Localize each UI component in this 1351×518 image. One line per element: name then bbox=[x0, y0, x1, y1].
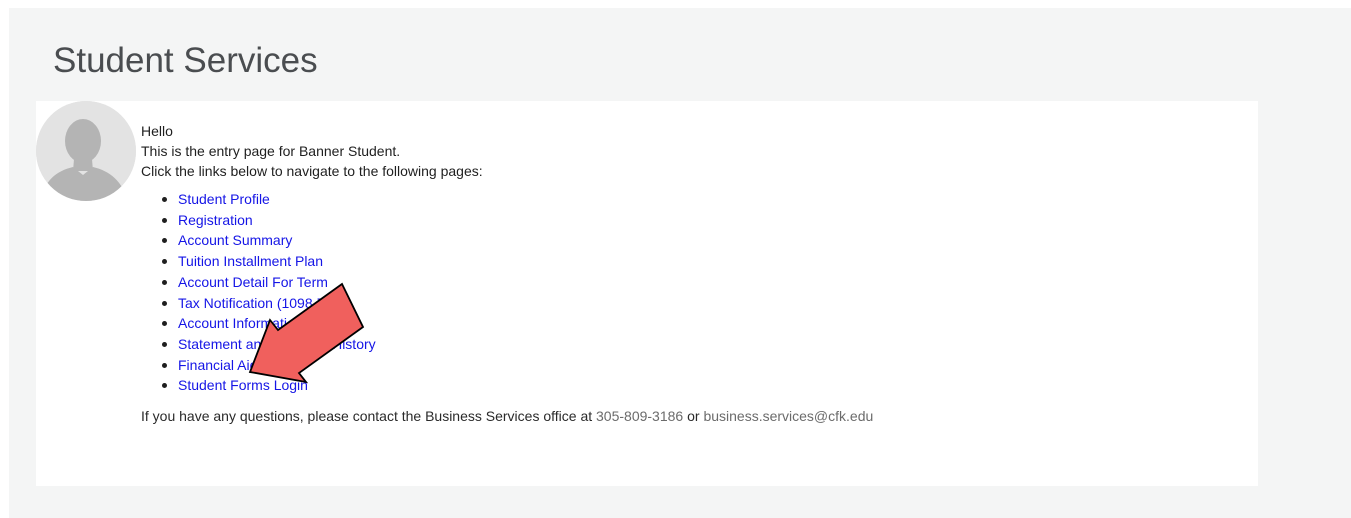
bullet-icon bbox=[162, 341, 167, 347]
list-item: Account Summary bbox=[141, 230, 1241, 251]
link-tuition-installment-plan[interactable]: Tuition Installment Plan bbox=[178, 253, 323, 269]
page-title: Student Services bbox=[53, 41, 318, 80]
list-item: Financial Aid bbox=[141, 355, 1241, 376]
list-item: Student Forms Login bbox=[141, 375, 1241, 396]
link-financial-aid[interactable]: Financial Aid bbox=[178, 357, 257, 373]
phone-link[interactable]: 305-809-3186 bbox=[596, 408, 683, 424]
bullet-icon bbox=[162, 279, 167, 285]
contact-prefix: If you have any questions, please contac… bbox=[141, 408, 597, 425]
bullet-icon bbox=[162, 300, 167, 306]
link-student-profile[interactable]: Student Profile bbox=[178, 191, 270, 207]
list-item: Statement and Payment History bbox=[141, 334, 1241, 355]
email-link[interactable]: business.services@cfk.edu bbox=[703, 408, 873, 424]
contact-joiner: or bbox=[683, 408, 704, 425]
student-services-panel: Hello This is the entry page for Banner … bbox=[36, 101, 1258, 486]
list-item: Tax Notification (1098-T) bbox=[141, 293, 1241, 314]
bullet-icon bbox=[162, 217, 167, 223]
link-account-summary[interactable]: Account Summary bbox=[178, 232, 292, 248]
bullet-icon bbox=[162, 383, 167, 389]
greeting-text: Hello bbox=[141, 123, 173, 139]
bullet-icon bbox=[162, 238, 167, 244]
bullet-icon bbox=[162, 362, 167, 368]
bullet-icon bbox=[162, 197, 167, 202]
link-statement-and-payment-history[interactable]: Statement and Payment History bbox=[178, 336, 376, 352]
list-item: Account Information bbox=[141, 313, 1241, 334]
list-item: Registration bbox=[141, 210, 1241, 231]
link-account-detail-for-term[interactable]: Account Detail For Term bbox=[178, 274, 328, 290]
link-tax-notification[interactable]: Tax Notification (1098-T) bbox=[178, 295, 331, 311]
list-item: Account Detail For Term bbox=[141, 272, 1241, 293]
list-item: Student Profile bbox=[141, 189, 1241, 210]
link-account-information[interactable]: Account Information bbox=[178, 315, 303, 331]
bullet-icon bbox=[162, 259, 167, 265]
instructions-text: Click the links below to navigate to the… bbox=[141, 163, 483, 179]
link-student-forms-login[interactable]: Student Forms Login bbox=[178, 377, 308, 393]
link-registration[interactable]: Registration bbox=[178, 212, 253, 228]
list-item: Tuition Installment Plan bbox=[141, 251, 1241, 272]
navigation-links-list: Student Profile Registration Account Sum… bbox=[141, 189, 1241, 396]
bullet-icon bbox=[162, 321, 167, 327]
user-avatar-icon bbox=[36, 101, 136, 201]
contact-text: If you have any questions, please contac… bbox=[141, 406, 1241, 426]
page-background: Student Services Hello This is the entry… bbox=[9, 8, 1351, 518]
intro-text: This is the entry page for Banner Studen… bbox=[141, 143, 401, 159]
panel-content: Hello This is the entry page for Banner … bbox=[141, 121, 1241, 426]
